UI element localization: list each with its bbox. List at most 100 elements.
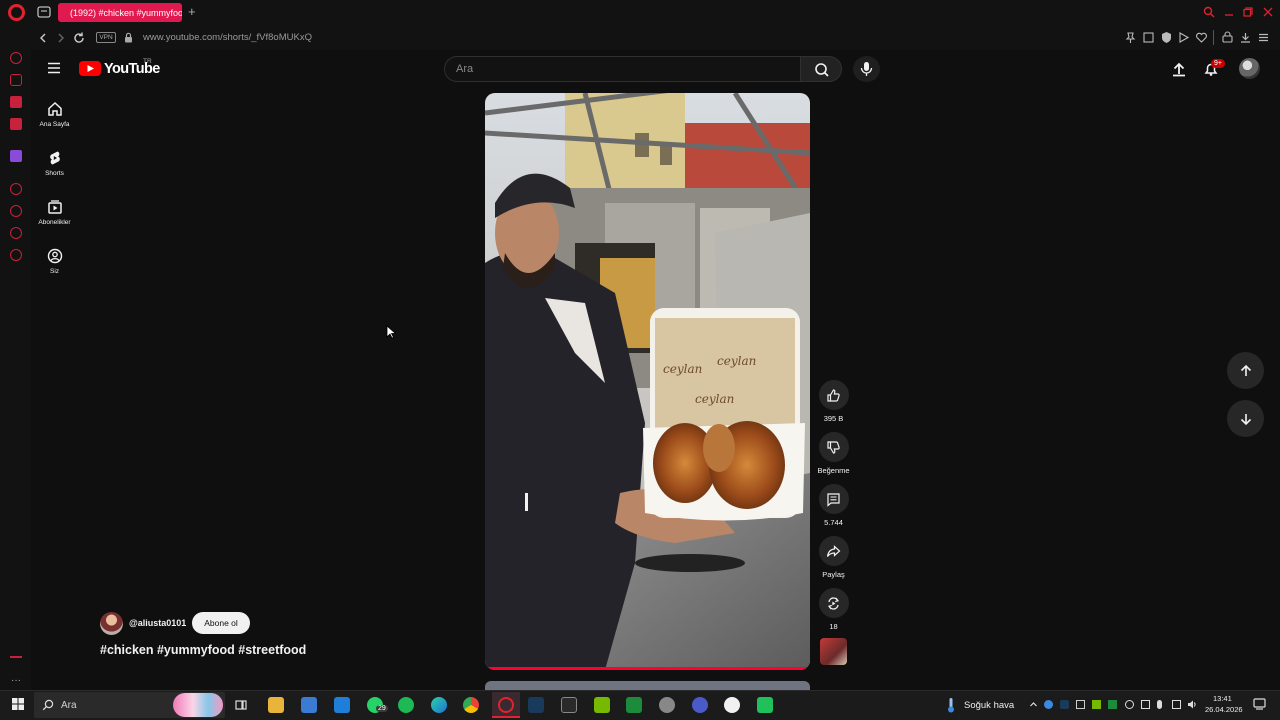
settings-app-icon[interactable] — [659, 697, 675, 713]
comments-button-circle[interactable] — [818, 484, 849, 514]
like-button[interactable]: 395 B — [815, 380, 852, 423]
clock-time[interactable]: 13:41 — [1213, 694, 1232, 703]
search-input[interactable]: Ara — [444, 56, 800, 82]
minimize-button[interactable] — [1223, 6, 1237, 20]
subscriptions-icon — [47, 200, 62, 214]
settings-gear-icon[interactable] — [10, 249, 22, 261]
remix-button[interactable]: 18 — [815, 588, 852, 631]
steam-icon[interactable] — [528, 697, 544, 713]
comments-button[interactable]: 5.744 — [815, 484, 852, 527]
dislike-button-circle[interactable] — [818, 432, 849, 462]
tray-nvidia-icon[interactable] — [1092, 700, 1101, 709]
tray-steam-icon[interactable] — [1060, 700, 1069, 709]
notification-center-icon[interactable] — [1253, 698, 1266, 710]
epic-games-icon[interactable] — [561, 697, 577, 713]
tray-overflow-chevron-icon[interactable] — [1029, 700, 1038, 709]
guide-item-shorts[interactable]: Shorts — [33, 150, 76, 177]
guide-item-you[interactable]: Siz — [33, 248, 76, 275]
nvidia-icon[interactable] — [594, 697, 610, 713]
shopping-icon[interactable] — [10, 74, 22, 86]
adblock-shield-icon[interactable] — [1160, 31, 1173, 44]
network-icon[interactable] — [1172, 700, 1181, 709]
channel-avatar[interactable] — [100, 612, 123, 635]
tray-play-icon[interactable] — [1108, 700, 1117, 709]
twitch-icon[interactable] — [10, 150, 22, 162]
subscribe-button[interactable]: Abone ol — [192, 612, 250, 634]
video-title[interactable]: #chicken #yummyfood #streetfood — [100, 643, 306, 657]
share-button-circle[interactable] — [818, 536, 849, 566]
search-highlight-image — [173, 693, 223, 717]
file-explorer-icon[interactable] — [268, 697, 284, 713]
tab-islands-icon[interactable] — [37, 6, 51, 18]
share-button[interactable]: Paylaş — [815, 536, 852, 579]
back-button[interactable] — [36, 31, 50, 45]
downloads-icon[interactable] — [1239, 31, 1252, 44]
messenger-icon[interactable] — [10, 96, 22, 108]
guide-item-subscriptions[interactable]: Abonelikler — [33, 199, 76, 226]
edge-icon[interactable] — [431, 697, 447, 713]
snapshot-icon[interactable] — [1142, 31, 1155, 44]
aria-ai-icon[interactable] — [10, 52, 22, 64]
video-progress-bar[interactable] — [485, 667, 807, 670]
record-app-icon[interactable] — [724, 697, 740, 713]
account-avatar[interactable] — [1239, 58, 1260, 79]
obs-icon[interactable] — [692, 697, 708, 713]
tray-settings-icon[interactable] — [1125, 700, 1134, 709]
chrome-icon[interactable] — [463, 697, 479, 713]
history-icon[interactable] — [10, 205, 22, 217]
mail-app-icon[interactable] — [334, 697, 350, 713]
reload-button[interactable] — [72, 31, 86, 45]
microsoft-store-icon[interactable] — [301, 697, 317, 713]
opera-gx-taskbar-icon[interactable] — [498, 697, 514, 713]
next-short-button[interactable] — [1227, 400, 1264, 437]
remix-button-circle[interactable] — [818, 588, 849, 618]
sound-thumbnail[interactable] — [820, 638, 847, 665]
opera-logo-icon[interactable] — [8, 4, 25, 21]
spotify-icon[interactable] — [398, 697, 414, 713]
player-icon[interactable] — [1177, 31, 1190, 44]
channel-handle[interactable]: @aliusta0101 — [129, 618, 186, 628]
chat-icon[interactable] — [10, 227, 22, 239]
clock-date[interactable]: 26.04.2026 — [1205, 705, 1243, 714]
guide-item-home[interactable]: Ana Sayfa — [33, 101, 76, 128]
forward-button[interactable] — [54, 31, 68, 45]
pin-icon[interactable] — [1124, 31, 1137, 44]
new-tab-button[interactable]: + — [188, 5, 196, 19]
windows-logo-icon — [12, 698, 24, 710]
tray-app-icon[interactable] — [1044, 700, 1053, 709]
youtube-logo-icon[interactable] — [79, 61, 101, 76]
voice-search-button[interactable] — [853, 56, 880, 82]
short-video-player[interactable]: ceylan ceylan ceylan — [485, 93, 810, 670]
vpn-badge[interactable]: VPN — [96, 32, 116, 43]
volume-icon[interactable] — [1188, 700, 1197, 709]
tray-microphone-icon[interactable] — [1157, 700, 1162, 709]
easy-setup-menu-icon[interactable] — [1257, 31, 1270, 44]
chat-app-icon[interactable] — [757, 697, 773, 713]
wallet-icon[interactable] — [1221, 31, 1234, 44]
search-button[interactable] — [800, 56, 842, 82]
previous-short-button[interactable] — [1227, 352, 1264, 389]
tray-usb-icon[interactable] — [1141, 700, 1150, 709]
mail-icon[interactable] — [10, 118, 22, 130]
guide-label: Ana Sayfa — [39, 121, 70, 128]
heart-icon[interactable] — [1195, 31, 1208, 44]
windows-start-button[interactable] — [12, 698, 24, 710]
weather-label[interactable]: Soğuk hava — [964, 700, 1014, 711]
tab-youtube-short[interactable]: (1992) #chicken #yummyfood #streetfood — [58, 3, 182, 22]
play-app-icon[interactable] — [626, 697, 642, 713]
dislike-button[interactable]: Beğenme — [815, 432, 852, 475]
close-window-button[interactable] — [1262, 6, 1276, 20]
gx-icon[interactable] — [10, 656, 22, 664]
guide-menu-icon[interactable] — [47, 62, 61, 74]
url-field[interactable]: www.youtube.com/shorts/_fVf8oMUKxQ — [143, 32, 312, 43]
player-sidebar-icon[interactable] — [10, 183, 22, 195]
like-button-circle[interactable] — [818, 380, 849, 410]
lock-icon[interactable] — [124, 32, 133, 43]
create-upload-button[interactable] — [1171, 61, 1187, 77]
restore-button[interactable] — [1242, 6, 1256, 20]
share-label: Paylaş — [822, 570, 845, 579]
search-tabs-icon[interactable] — [1203, 6, 1217, 20]
more-icon[interactable]: ··· — [11, 676, 21, 686]
task-view-icon[interactable] — [234, 698, 248, 712]
tray-monitor-icon[interactable] — [1076, 700, 1085, 709]
